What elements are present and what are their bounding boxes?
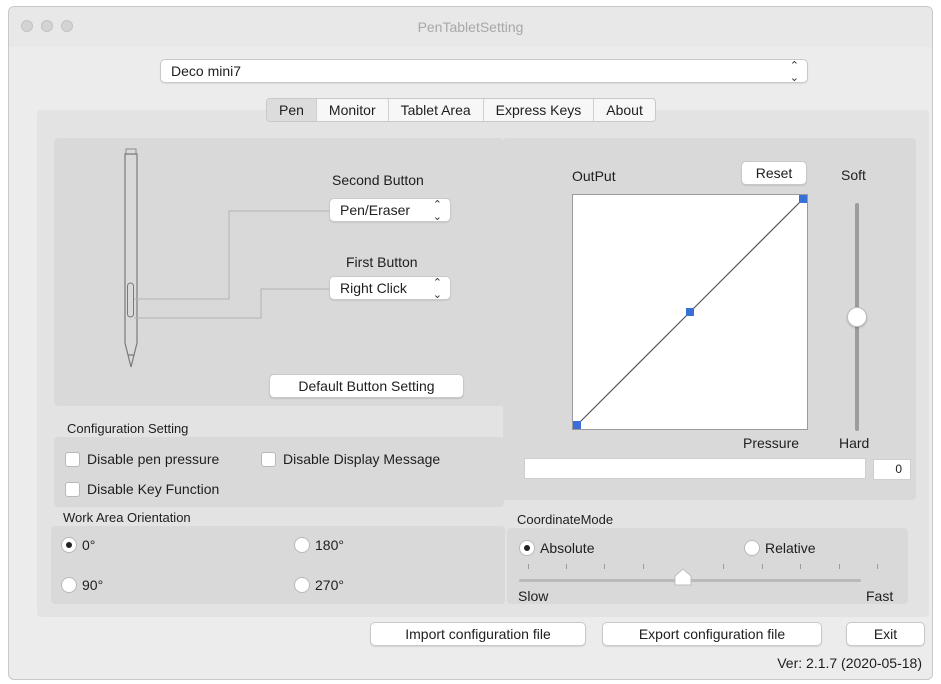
pressure-level-bar [524, 458, 866, 479]
tab-pen[interactable]: Pen [267, 99, 317, 121]
reset-button[interactable]: Reset [741, 161, 807, 185]
disable-display-message-checkbox[interactable]: Disable Display Message [261, 451, 440, 467]
import-configuration-button[interactable]: Import configuration file [370, 622, 586, 646]
pressure-curve-chart[interactable] [572, 194, 808, 430]
title-bar: PenTabletSetting [9, 7, 932, 47]
speed-tick [723, 564, 724, 569]
pen-illustration-icon [124, 148, 330, 368]
tab-bar: Pen Monitor Tablet Area Express Keys Abo… [266, 98, 656, 122]
checkbox-box [65, 451, 80, 467]
chevron-updown-icon: ⌃ ⌃ [432, 277, 442, 300]
tab-monitor[interactable]: Monitor [317, 99, 389, 121]
slow-label: Slow [518, 588, 549, 604]
orientation-0-radio[interactable]: 0° [61, 537, 95, 553]
relative-radio[interactable]: Relative [744, 540, 816, 556]
app-window: PenTabletSetting Deco mini7 ⌃ ⌃ Pen Monit… [8, 6, 933, 680]
speed-tick [566, 564, 567, 569]
export-configuration-button[interactable]: Export configuration file [602, 622, 822, 646]
chevron-updown-icon: ⌃ ⌃ [789, 60, 799, 83]
softness-slider-thumb[interactable] [847, 307, 867, 327]
tab-tablet-area[interactable]: Tablet Area [389, 99, 484, 121]
window-title: PenTabletSetting [417, 19, 524, 35]
tab-express-keys[interactable]: Express Keys [484, 99, 595, 121]
absolute-radio[interactable]: Absolute [519, 540, 594, 556]
pressure-label: Pressure [743, 435, 800, 451]
disable-pen-pressure-checkbox[interactable]: Disable pen pressure [65, 451, 219, 467]
orientation-90-label: 90° [82, 577, 104, 593]
chevron-updown-icon: ⌃ ⌃ [432, 199, 442, 222]
pressure-curve-svg [573, 195, 807, 429]
first-button-select[interactable]: Right Click ⌃ ⌃ [329, 276, 451, 300]
second-button-label: Second Button [332, 172, 424, 188]
first-button-label: First Button [346, 254, 418, 270]
device-select[interactable]: Deco mini7 ⌃ ⌃ [160, 59, 808, 83]
orientation-270-radio[interactable]: 270° [294, 577, 344, 593]
tab-about[interactable]: About [594, 99, 655, 121]
speed-tick [877, 564, 878, 569]
relative-label: Relative [765, 540, 816, 556]
curve-control-point[interactable] [573, 421, 581, 429]
disable-display-message-label: Disable Display Message [283, 451, 441, 467]
speed-tick [604, 564, 605, 569]
pressure-value: 0 [873, 459, 911, 480]
speed-tick [839, 564, 840, 569]
coordinate-mode-title: CoordinateMode [517, 512, 614, 527]
output-label: OutPut [572, 168, 616, 184]
orientation-180-radio[interactable]: 180° [294, 537, 344, 553]
hard-label: Hard [839, 435, 870, 451]
version-label: Ver: 2.1.7 (2020-05-18) [777, 655, 922, 671]
checkbox-box [65, 481, 80, 497]
radio-dot [61, 537, 77, 553]
disable-key-function-label: Disable Key Function [87, 481, 220, 497]
radio-dot [294, 537, 310, 553]
exit-button[interactable]: Exit [846, 622, 925, 646]
speed-tick [800, 564, 801, 569]
second-button-select[interactable]: Pen/Eraser ⌃ ⌃ [329, 198, 451, 222]
first-button-value: Right Click [340, 280, 407, 296]
orientation-180-label: 180° [315, 537, 344, 553]
radio-dot [744, 540, 760, 556]
curve-control-point[interactable] [799, 195, 807, 203]
curve-control-point[interactable] [686, 308, 694, 316]
soft-label: Soft [841, 167, 866, 183]
orientation-0-label: 0° [82, 537, 96, 553]
disable-pen-pressure-label: Disable pen pressure [87, 451, 220, 467]
work-area-orientation-title: Work Area Orientation [63, 510, 191, 525]
checkbox-box [261, 451, 276, 467]
device-select-value: Deco mini7 [171, 63, 242, 79]
absolute-label: Absolute [540, 540, 595, 556]
speed-tick [643, 564, 644, 569]
orientation-panel [51, 526, 505, 604]
second-button-value: Pen/Eraser [340, 202, 411, 218]
speed-tick [762, 564, 763, 569]
radio-dot [61, 577, 77, 593]
default-button-setting-button[interactable]: Default Button Setting [269, 374, 464, 398]
configuration-setting-title: Configuration Setting [67, 421, 189, 436]
disable-key-function-checkbox[interactable]: Disable Key Function [65, 481, 219, 497]
speed-tick [528, 564, 529, 569]
radio-dot [519, 540, 535, 556]
fast-label: Fast [866, 588, 894, 604]
speed-slider-thumb[interactable] [674, 568, 692, 586]
orientation-270-label: 270° [315, 577, 344, 593]
radio-dot [294, 577, 310, 593]
orientation-90-radio[interactable]: 90° [61, 577, 103, 593]
